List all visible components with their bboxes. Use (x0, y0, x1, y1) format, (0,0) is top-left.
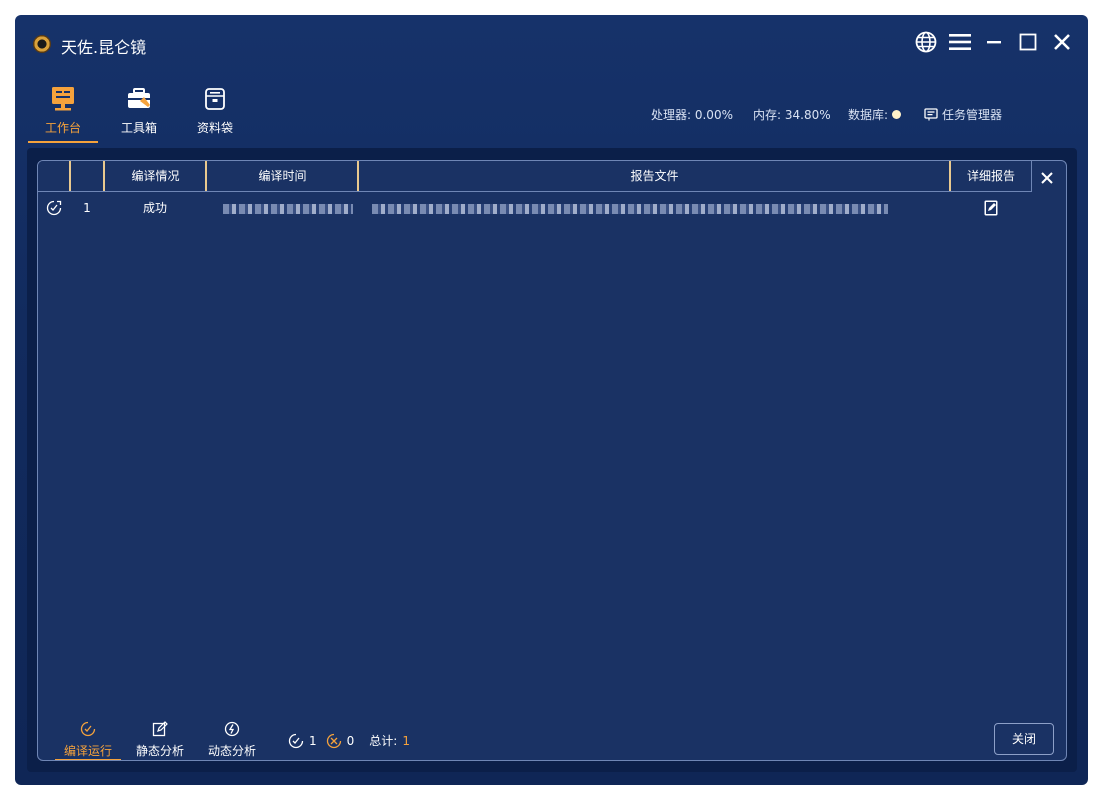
edit-square-icon (125, 720, 195, 738)
task-manager-button[interactable]: 任务管理器 (924, 106, 1002, 123)
fail-count: 0 (346, 733, 355, 748)
compile-counts: 1 0 总计: 1 (288, 732, 410, 749)
table-header: 编译情况 编译时间 报告文件 详细报告 (38, 161, 1032, 192)
tab-label: 编译运行 (63, 744, 112, 758)
bottom-bar: 编译运行 静态分析 动态分析 1 0 总计: 1 关闭 (38, 716, 1066, 760)
total-value: 1 (402, 733, 410, 748)
app-title: 天佐.昆仑镜 (61, 38, 147, 57)
header-report-file[interactable]: 报告文件 (359, 161, 950, 191)
database-status-dot (892, 110, 902, 119)
row-index: 1 (83, 201, 91, 215)
compile-icon (53, 720, 123, 738)
memory-stat: 内存: 34.80% (753, 108, 831, 122)
total-label: 总计: (369, 734, 398, 748)
folder-bag-icon (180, 85, 250, 113)
compile-results-dialog: 编译情况 编译时间 报告文件 详细报告 1 成功 编译运行 静态分析 动态分析 … (37, 160, 1067, 761)
minimize-icon[interactable] (982, 29, 1006, 55)
dialog-close-icon[interactable] (1035, 167, 1059, 189)
table-row[interactable]: 1 成功 (38, 192, 1031, 224)
pixelated-file-path (372, 204, 888, 214)
toolbar-item-toolbox[interactable]: 工具箱 (104, 85, 174, 136)
title-bar: 天佐.昆仑镜 (15, 15, 1088, 73)
toolbox-icon (104, 85, 174, 113)
toolbar-item-label: 工作台 (44, 121, 81, 135)
header-index-col (71, 161, 104, 191)
task-manager-label: 任务管理器 (942, 108, 1003, 122)
report-edit-icon[interactable] (951, 192, 1031, 224)
success-icon (288, 733, 304, 748)
cpu-stat: 处理器: 0.00% (651, 108, 733, 122)
close-icon[interactable] (1050, 29, 1074, 55)
window-controls (914, 29, 1074, 55)
header-icon-col (38, 161, 70, 191)
globe-icon[interactable] (914, 29, 938, 55)
tab-label: 动态分析 (207, 744, 256, 758)
app-window: 天佐.昆仑镜 工作台 工具箱 资料袋 处理器: 0.00% 内存: 34.80%… (15, 15, 1088, 785)
tab-label: 静态分析 (135, 744, 184, 758)
dynamic-icon (197, 720, 267, 738)
toolbar-item-workbench[interactable]: 工作台 (28, 85, 98, 136)
close-button[interactable]: 关闭 (994, 723, 1054, 755)
success-count: 1 (309, 733, 317, 748)
header-detail-report[interactable]: 详细报告 (951, 161, 1031, 191)
workbench-icon (28, 85, 98, 113)
app-logo-icon (33, 35, 51, 53)
pixelated-time (223, 204, 353, 214)
database-label: 数据库: (848, 108, 889, 122)
maximize-icon[interactable] (1016, 29, 1040, 55)
tab-compile-run[interactable]: 编译运行 (53, 720, 123, 759)
fail-icon (326, 733, 341, 748)
toolbar-item-folder-bag[interactable]: 资料袋 (180, 85, 250, 136)
database-stat: 数据库: (848, 106, 902, 123)
toolbar-item-label: 资料袋 (196, 121, 233, 135)
header-compile-status[interactable]: 编译情况 (105, 161, 206, 191)
tab-static-analysis[interactable]: 静态分析 (125, 720, 195, 759)
header-compile-time[interactable]: 编译时间 (207, 161, 358, 191)
tab-dynamic-analysis[interactable]: 动态分析 (197, 720, 267, 759)
task-manager-icon (924, 108, 938, 121)
active-bottom-tab-underline (55, 759, 121, 760)
toolbar-item-label: 工具箱 (120, 121, 157, 135)
active-tab-underline (28, 141, 98, 143)
compile-icon (38, 192, 70, 224)
menu-icon[interactable] (948, 29, 972, 55)
row-compile-status: 成功 (142, 201, 167, 215)
